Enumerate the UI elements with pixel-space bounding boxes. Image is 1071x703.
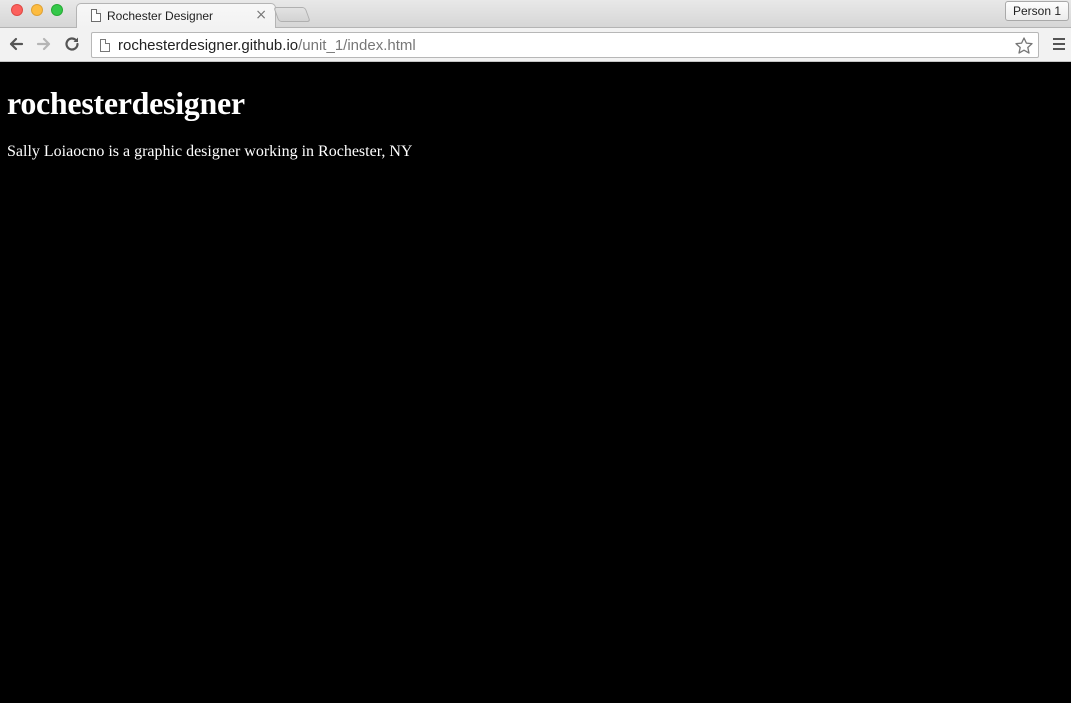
browser-tab-strip: Rochester Designer × Person 1 xyxy=(0,0,1071,29)
page-content: rochesterdesigner Sally Loiaocno is a gr… xyxy=(0,63,1071,703)
window-minimize-button[interactable] xyxy=(31,4,43,16)
hamburger-menu-icon[interactable] xyxy=(1053,38,1065,50)
page-icon xyxy=(91,9,101,22)
url-host: rochesterdesigner.github.io xyxy=(118,37,299,54)
url-path: /unit_1/index.html xyxy=(298,37,416,54)
page-title: rochesterdesigner xyxy=(7,85,245,121)
browser-tab[interactable]: Rochester Designer × xyxy=(76,3,276,29)
window-close-button[interactable] xyxy=(11,4,23,16)
back-arrow-icon[interactable] xyxy=(7,35,25,53)
page-info-icon[interactable] xyxy=(100,39,110,52)
url-text[interactable]: rochesterdesigner.github.io/unit_1/index… xyxy=(118,37,416,54)
forward-arrow-icon[interactable] xyxy=(35,35,53,53)
tab-title: Rochester Designer xyxy=(107,9,214,23)
profile-button[interactable]: Person 1 xyxy=(1004,1,1069,21)
star-icon[interactable] xyxy=(1014,36,1034,56)
window-maximize-button[interactable] xyxy=(51,4,63,16)
reload-icon[interactable] xyxy=(63,35,81,53)
new-tab-button[interactable] xyxy=(273,7,311,22)
address-bar[interactable]: rochesterdesigner.github.io/unit_1/index… xyxy=(91,32,1039,58)
tab-close-icon[interactable]: × xyxy=(255,7,267,23)
browser-toolbar: rochesterdesigner.github.io/unit_1/index… xyxy=(0,28,1071,62)
page-tagline: Sally Loiaocno is a graphic designer wor… xyxy=(7,143,413,160)
